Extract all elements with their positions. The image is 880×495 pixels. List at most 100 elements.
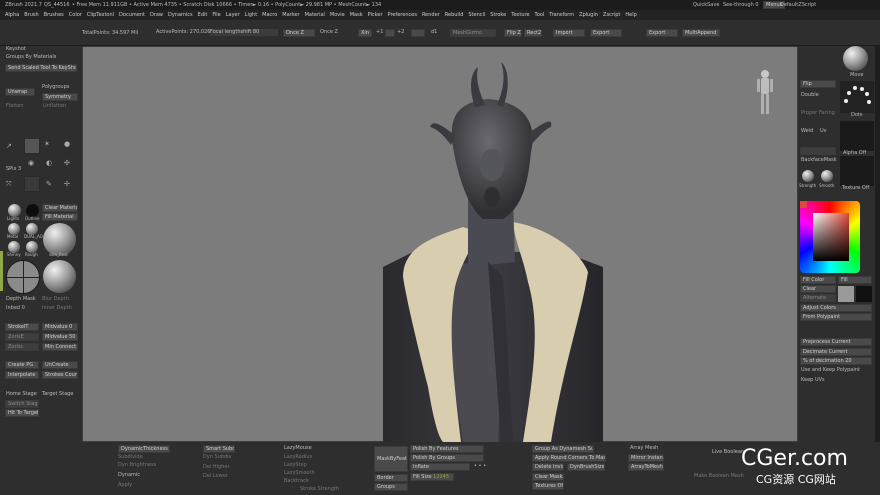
menu-render[interactable]: Render <box>422 12 440 18</box>
blur-depth-slider[interactable]: Blur Depth <box>42 296 69 303</box>
standard-brush-icon[interactable]: ◉ <box>28 159 34 167</box>
uv-button[interactable]: Uv <box>820 128 827 135</box>
dynamic-button[interactable]: Dynamic <box>118 472 140 479</box>
textures-off-button[interactable]: Textures Off <box>532 482 564 490</box>
dots-stroke-preview[interactable] <box>840 81 874 113</box>
fill-color-button[interactable]: Fill Color <box>800 276 836 284</box>
clay-brush-icon[interactable]: ◐ <box>46 159 52 167</box>
use-keep-polypaint-button[interactable]: Use and Keep Polypaint <box>801 367 860 374</box>
secondary-color-swatch[interactable] <box>838 286 854 302</box>
apply-button[interactable]: Apply <box>118 482 132 489</box>
import-button[interactable]: Import <box>553 29 585 37</box>
lazy-step-slider[interactable]: LazyStep <box>284 462 307 469</box>
quicksave-button[interactable]: QuickSave <box>693 0 719 10</box>
menu-light[interactable]: Light <box>245 12 257 18</box>
del-higher-button[interactable]: Del Higher <box>203 464 230 471</box>
zorlsc-button[interactable]: Zorlsc <box>5 343 39 351</box>
slot-button-a[interactable] <box>385 29 395 37</box>
live-boolean-button[interactable]: Live Boolean <box>712 449 744 456</box>
viewport-canvas[interactable] <box>82 46 798 442</box>
menu-mask[interactable]: Mask <box>350 12 363 18</box>
flip-z-button[interactable]: Flip Z <box>504 29 522 37</box>
menu-brush[interactable]: Brush <box>24 12 38 18</box>
min-connect-slider[interactable]: Min Connect 0 <box>42 343 78 351</box>
midvalue-slider-2[interactable]: Midvalue 50 <box>42 333 78 341</box>
unwrap-button[interactable]: Unwrap <box>5 88 35 96</box>
plus-2-button[interactable]: +2 <box>397 29 404 36</box>
polish-by-features-slider[interactable]: Polish By Features <box>410 445 484 453</box>
send-to-keyshot-button[interactable]: Send Scaled Tool To KeyShot <box>5 64 77 72</box>
del-lower-button[interactable]: Del Lower <box>203 473 228 480</box>
make-boolean-mesh-button[interactable]: Make Boolean Mesh <box>694 473 744 480</box>
apply-round-corners-button[interactable]: Apply Round Corners To Mask <box>532 454 606 462</box>
once-z-button[interactable]: Once Z <box>283 29 315 37</box>
decimation-percent-slider[interactable]: % of decimation 20 <box>800 357 872 365</box>
stroke-slot[interactable] <box>24 176 40 192</box>
menu-document[interactable]: Document <box>119 12 145 18</box>
lazy-radius-slider[interactable]: LazyRadius <box>284 454 312 461</box>
dam-standard-icon[interactable]: ✎ <box>46 180 52 188</box>
group-as-dynamesh-button[interactable]: Group As Dynamesh Sub <box>532 445 594 453</box>
color-wheel[interactable] <box>800 201 860 273</box>
delete-invis-button[interactable]: Delete Invis <box>532 463 564 471</box>
preprocess-current-button[interactable]: Preprocess Current <box>800 338 872 346</box>
backface-mask-button[interactable]: BackfaceMask <box>801 157 837 164</box>
texture-preview[interactable] <box>840 156 874 186</box>
plus-1-button[interactable]: +1 <box>376 29 383 36</box>
fill-size-slider[interactable]: Fill Size 12245 <box>410 473 454 481</box>
smooth-sphere-icon[interactable] <box>821 170 833 182</box>
weld-button[interactable]: Weld <box>801 128 813 135</box>
groups-button[interactable]: Groups <box>374 483 408 491</box>
stroke-strength-slider[interactable]: Stroke Strength <box>300 486 339 493</box>
backtrack-button[interactable]: Backtrack <box>284 478 309 485</box>
transpose-icon[interactable]: ⤧ <box>6 180 12 189</box>
export-button-2[interactable]: Export <box>646 29 678 37</box>
menu-cliptextonl[interactable]: ClipTextonl <box>87 12 114 18</box>
slot-button-b[interactable] <box>411 29 425 37</box>
menu-color[interactable]: Color <box>69 12 82 18</box>
focal-length-slider[interactable]: Focal lengthshift 80 <box>210 29 278 36</box>
alternate-button[interactable]: Alternate <box>800 294 836 302</box>
symmetry-button[interactable]: Symmetry <box>42 93 78 101</box>
inflate-brush-icon[interactable]: ✢ <box>64 180 70 188</box>
main-color-swatch[interactable] <box>800 201 807 208</box>
clear-color-button[interactable]: Clear <box>800 285 836 293</box>
smart-subdiv-button[interactable]: Smart Subdiv <box>203 445 235 453</box>
seethrough-slider[interactable]: See-through 0 <box>723 0 759 10</box>
array-to-mesh-button[interactable]: ArrayToMesh <box>628 463 664 471</box>
lazy-mouse-button[interactable]: LazyMouse <box>284 445 312 452</box>
spix-value[interactable]: SPix 3 <box>6 166 21 173</box>
menu-dynamics[interactable]: Dynamics <box>168 12 193 18</box>
d1-button[interactable]: d1 <box>431 29 437 36</box>
flip-button[interactable]: Flip <box>800 80 836 88</box>
decimate-current-button[interactable]: Decimate Current <box>800 348 872 356</box>
menu-alpha[interactable]: Alpha <box>5 12 19 18</box>
lazy-smooth-slider[interactable]: LazySmooth <box>284 470 315 477</box>
inner-depth-slider[interactable]: Inner Depth <box>42 305 72 312</box>
array-mesh-button[interactable]: Array Mesh <box>630 445 658 452</box>
menu-file[interactable]: File <box>212 12 220 18</box>
menu-macro[interactable]: Macro <box>262 12 277 18</box>
polish-by-groups-slider[interactable]: Polish By Groups <box>410 454 484 462</box>
default-zscript-button[interactable]: DefaultZScript <box>780 0 816 10</box>
polygroups-label[interactable]: Polygroups <box>42 84 69 91</box>
proper-facing-button[interactable]: Proper Facing <box>801 110 835 117</box>
color-saturation-square[interactable] <box>813 213 849 261</box>
menu-stencil[interactable]: Stencil <box>468 12 485 18</box>
move-brush-icon[interactable]: ✣ <box>64 159 70 167</box>
mirror-instance-button[interactable]: Mirror Instance <box>628 454 664 462</box>
menu-rebuild[interactable]: Rebuild <box>445 12 464 18</box>
flatten-button[interactable]: Flatten <box>6 103 24 110</box>
target-stage-button[interactable]: Target Stage <box>42 391 74 398</box>
accucurve-button[interactable] <box>800 147 836 155</box>
uncreate-button[interactable]: UnCreate <box>42 361 78 369</box>
mask-by-feature-button[interactable]: MaskByFeature <box>374 446 408 472</box>
mesh-gizmo-box[interactable]: MeshGizmo <box>450 29 496 37</box>
x-axis-button[interactable]: Xin <box>358 29 372 37</box>
zorlse-button[interactable]: ZorlsE <box>5 333 39 341</box>
double-button[interactable]: Double <box>801 92 819 99</box>
move-brush-preview-icon[interactable] <box>843 46 868 71</box>
menu-marker[interactable]: Marker <box>282 12 299 18</box>
brush-slot-selected[interactable] <box>24 138 40 154</box>
black-color-swatch[interactable] <box>856 286 872 302</box>
